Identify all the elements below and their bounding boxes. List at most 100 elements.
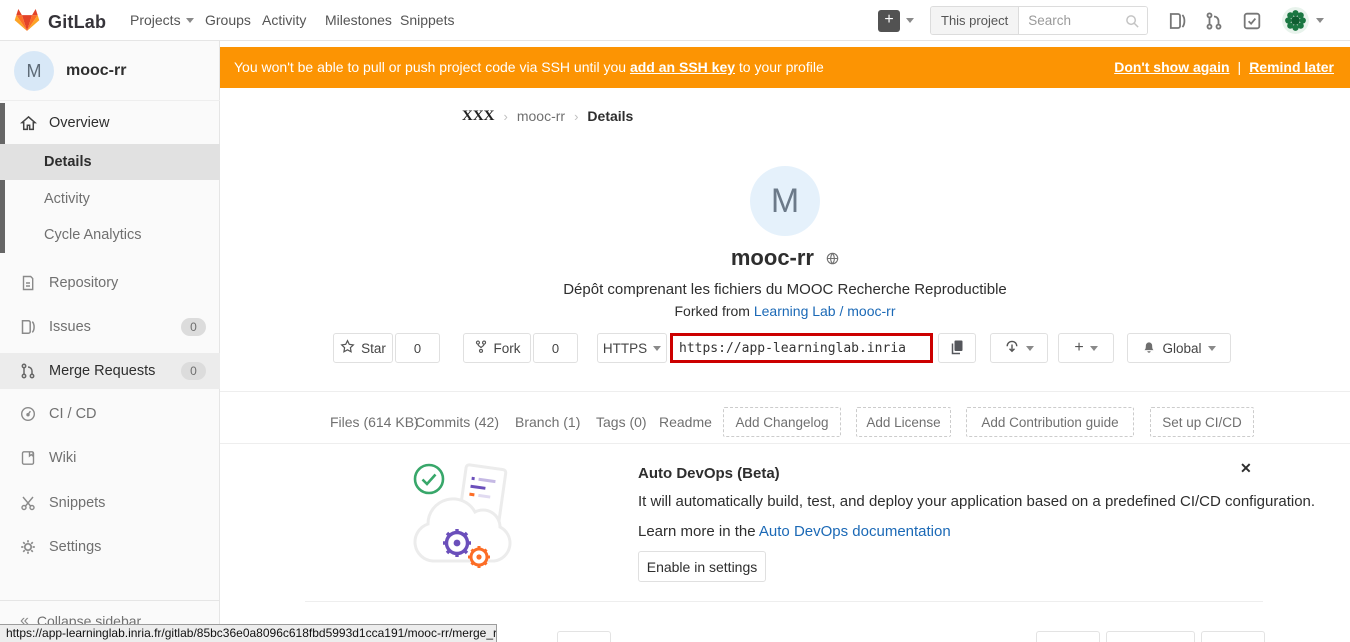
clipboard-icon xyxy=(949,339,965,358)
browser-status-bar: https://app-learninglab.inria.fr/gitlab/… xyxy=(0,624,497,642)
commits-link[interactable]: Commits (42) xyxy=(415,401,499,443)
plus-icon: + xyxy=(1074,339,1083,357)
add-contribution-guide-button[interactable]: Add Contribution guide xyxy=(966,407,1134,437)
new-menu-button[interactable]: + xyxy=(878,10,900,32)
forked-from-link[interactable]: Learning Lab / mooc-rr xyxy=(754,303,896,319)
scissors-icon xyxy=(20,495,37,512)
sidebar-item-settings[interactable]: Settings xyxy=(0,529,220,565)
divider xyxy=(220,443,1350,444)
sidebar-item-wiki[interactable]: Wiki xyxy=(0,440,220,476)
divider xyxy=(305,601,1263,602)
sidebar-project-name: mooc-rr xyxy=(66,41,126,101)
history-button-partial[interactable] xyxy=(1036,631,1100,642)
sidebar-item-overview[interactable]: Overview xyxy=(0,105,220,141)
divider xyxy=(220,391,1350,392)
tags-link[interactable]: Tags (0) xyxy=(596,401,647,443)
clone-url-highlight xyxy=(670,333,933,363)
merge-request-icon xyxy=(20,363,37,380)
setup-ci-cd-button[interactable]: Set up CI/CD xyxy=(1150,407,1254,437)
protocol-dropdown[interactable]: HTTPS xyxy=(597,333,667,363)
gitlab-logo[interactable]: GitLab xyxy=(14,7,106,37)
sidebar-item-issues[interactable]: Issues 0 xyxy=(0,309,220,345)
merge-requests-count-badge: 0 xyxy=(181,362,206,380)
remind-later-link[interactable]: Remind later xyxy=(1249,47,1334,88)
autodevops-learn-more: Learn more in the Auto DevOps documentat… xyxy=(638,523,951,540)
nav-groups[interactable]: Groups xyxy=(205,0,251,41)
breadcrumb-project[interactable]: mooc-rr xyxy=(517,108,565,124)
main-content: You won't be able to pull or push projec… xyxy=(220,41,1350,642)
issues-icon xyxy=(20,319,37,336)
dont-show-again-link[interactable]: Don't show again xyxy=(1114,47,1229,88)
merge-requests-icon[interactable] xyxy=(1205,12,1223,35)
files-link[interactable]: Files (614 KB) xyxy=(330,401,419,443)
sidebar-item-activity[interactable]: Activity xyxy=(0,181,220,217)
find-file-button-partial[interactable] xyxy=(1106,631,1195,642)
branch-selector-partial[interactable] xyxy=(557,631,611,642)
autodevops-body: It will automatically build, test, and d… xyxy=(638,493,1315,510)
gauge-icon xyxy=(20,406,37,423)
public-globe-icon xyxy=(826,245,839,270)
chevron-down-icon xyxy=(653,346,661,351)
chevron-down-icon[interactable] xyxy=(1316,18,1324,23)
brand-name: GitLab xyxy=(48,12,106,33)
tanuki-icon xyxy=(14,7,40,37)
top-navigation-bar: GitLab Projects Groups Activity Mileston… xyxy=(0,0,1350,41)
user-avatar[interactable] xyxy=(1282,7,1309,34)
sidebar-divider xyxy=(0,600,219,601)
star-count[interactable]: 0 xyxy=(395,333,440,363)
add-license-button[interactable]: Add License xyxy=(856,407,951,437)
notification-dropdown[interactable]: Global xyxy=(1127,333,1231,363)
sidebar-item-repository[interactable]: Repository xyxy=(0,265,220,301)
gear-icon xyxy=(20,539,37,556)
copy-url-button[interactable] xyxy=(938,333,976,363)
file-icon xyxy=(20,275,37,292)
download-dropdown[interactable] xyxy=(990,333,1048,363)
chevron-down-icon xyxy=(1090,346,1098,351)
gitlab-project-page: GitLab Projects Groups Activity Mileston… xyxy=(0,0,1350,642)
sidebar-item-merge-requests[interactable]: Merge Requests 0 xyxy=(0,353,220,389)
breadcrumb-page[interactable]: Details xyxy=(587,108,633,124)
sidebar-item-ci-cd[interactable]: CI / CD xyxy=(0,396,220,432)
fork-icon xyxy=(474,339,488,357)
sidebar-item-details[interactable]: Details xyxy=(0,144,220,180)
add-dropdown[interactable]: + xyxy=(1058,333,1114,363)
add-ssh-key-link[interactable]: add an SSH key xyxy=(630,59,735,75)
todos-icon[interactable] xyxy=(1243,12,1261,35)
nav-snippets[interactable]: Snippets xyxy=(400,0,454,41)
autodevops-doc-link[interactable]: Auto DevOps documentation xyxy=(759,523,951,540)
sidebar-item-cycle-analytics[interactable]: Cycle Analytics xyxy=(0,217,220,253)
forked-from-line: Forked from Learning Lab / mooc-rr xyxy=(220,303,1350,319)
chevron-down-icon xyxy=(1026,346,1034,351)
branch-link[interactable]: Branch (1) xyxy=(515,401,580,443)
add-changelog-button[interactable]: Add Changelog xyxy=(723,407,841,437)
nav-activity[interactable]: Activity xyxy=(262,0,306,41)
chevron-down-icon[interactable] xyxy=(906,18,914,23)
search-combo: This project xyxy=(930,6,1148,35)
chevron-down-icon xyxy=(186,18,194,23)
clone-url-input[interactable] xyxy=(673,336,930,360)
enable-in-settings-button[interactable]: Enable in settings xyxy=(638,551,766,582)
star-icon xyxy=(340,339,355,357)
issues-dashboard-icon[interactable] xyxy=(1168,12,1186,35)
banner-separator: | xyxy=(1238,47,1242,88)
web-ide-button-partial[interactable] xyxy=(1201,631,1265,642)
sidebar-project-header[interactable]: M mooc-rr xyxy=(0,41,220,101)
autodevops-illustration xyxy=(405,453,525,583)
book-icon xyxy=(20,450,37,467)
breadcrumb-separator: › xyxy=(574,109,578,124)
sidebar-item-snippets[interactable]: Snippets xyxy=(0,485,220,521)
star-button[interactable]: Star xyxy=(333,333,393,363)
autodevops-title: Auto DevOps (Beta) xyxy=(638,465,780,482)
bell-icon xyxy=(1142,339,1156,357)
fork-count[interactable]: 0 xyxy=(533,333,578,363)
nav-projects[interactable]: Projects xyxy=(130,0,194,41)
fork-button[interactable]: Fork xyxy=(463,333,531,363)
close-icon[interactable]: ✕ xyxy=(1240,460,1252,477)
readme-link[interactable]: Readme xyxy=(659,401,712,443)
project-sidebar: M mooc-rr Overview Details Activity Cycl… xyxy=(0,41,220,642)
breadcrumb-root[interactable]: XXX xyxy=(462,108,495,125)
nav-milestones[interactable]: Milestones xyxy=(325,0,392,41)
home-icon xyxy=(20,115,37,132)
banner-message: You won't be able to pull or push projec… xyxy=(234,47,824,88)
project-description: Dépôt comprenant les fichiers du MOOC Re… xyxy=(220,281,1350,298)
